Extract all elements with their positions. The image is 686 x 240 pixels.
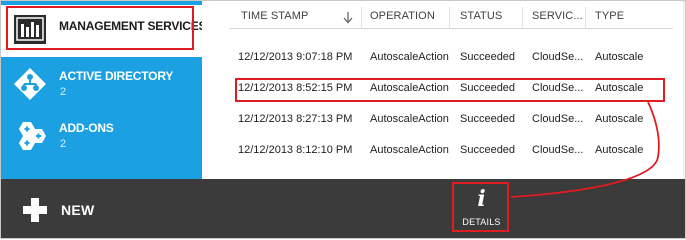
column-separator [585,7,586,29]
new-button[interactable]: NEW [23,193,113,227]
add-ons-icon [13,119,47,153]
info-icon: i [477,186,486,212]
sort-descending-icon[interactable] [343,11,353,24]
sidebar-item-count: 2 [60,138,67,150]
sidebar-item-management-services[interactable]: MANAGEMENT SERVICES [1,5,207,57]
cell-type: Autoscale [595,113,644,125]
column-header-operation[interactable]: OPERATION [370,10,435,22]
sidebar-item-add-ons[interactable]: ADD-ONS 2 [1,111,202,163]
table-row[interactable]: 12/12/2013 8:52:15 PM AutoscaleAction Su… [229,77,673,101]
cell-operation: AutoscaleAction [370,113,449,125]
command-bar: NEW i DETAILS [1,179,685,238]
plus-icon [23,198,47,222]
cell-status: Succeeded [460,51,516,63]
column-separator [361,7,362,29]
cell-service: CloudSe... [532,51,584,63]
table-row[interactable]: 12/12/2013 8:12:10 PM AutoscaleAction Su… [229,139,673,163]
cell-operation: AutoscaleAction [370,144,449,156]
sidebar-item-active-directory[interactable]: ACTIVE DIRECTORY 2 [1,59,202,111]
cell-service: CloudSe... [532,82,584,94]
cell-service: CloudSe... [532,113,584,125]
sidebar-item-label: ADD-ONS [59,121,114,135]
sidebar: MANAGEMENT SERVICES ACTIVE DIRECTORY 2 A… [1,1,207,179]
cell-type: Autoscale [595,82,644,94]
cell-status: Succeeded [460,144,516,156]
cell-status: Succeeded [460,82,516,94]
portal-window: MANAGEMENT SERVICES ACTIVE DIRECTORY 2 A… [0,0,686,239]
sidebar-item-count: 2 [60,86,67,98]
column-separator [449,7,450,29]
column-header-service[interactable]: SERVIC... [532,10,583,22]
cell-time-stamp: 12/12/2013 8:27:13 PM [238,113,353,125]
new-button-label: NEW [61,202,95,218]
cell-status: Succeeded [460,113,516,125]
column-header-time-stamp[interactable]: TIME STAMP [241,10,308,22]
table-row[interactable]: 12/12/2013 8:27:13 PM AutoscaleAction Su… [229,108,673,132]
cell-time-stamp: 12/12/2013 8:12:10 PM [238,144,353,156]
cell-operation: AutoscaleAction [370,82,449,94]
details-button[interactable]: i DETAILS [455,183,508,233]
sidebar-item-label: ACTIVE DIRECTORY [59,69,174,83]
cell-type: Autoscale [595,51,644,63]
sidebar-item-label: MANAGEMENT SERVICES [59,19,207,33]
cell-service: CloudSe... [532,144,584,156]
table-header: TIME STAMP OPERATION STATUS SERVIC... TY… [229,7,673,29]
operation-logs-table: TIME STAMP OPERATION STATUS SERVIC... TY… [202,1,685,179]
column-separator [522,7,523,29]
column-header-type[interactable]: TYPE [595,10,624,22]
management-services-icon [13,13,47,47]
column-header-status[interactable]: STATUS [460,10,502,22]
cell-time-stamp: 12/12/2013 9:07:18 PM [238,51,353,63]
active-directory-icon [13,67,47,101]
table-row[interactable]: 12/12/2013 9:07:18 PM AutoscaleAction Su… [229,46,673,70]
cell-type: Autoscale [595,144,644,156]
cell-time-stamp: 12/12/2013 8:52:15 PM [238,82,353,94]
cell-operation: AutoscaleAction [370,51,449,63]
details-button-label: DETAILS [462,217,501,227]
